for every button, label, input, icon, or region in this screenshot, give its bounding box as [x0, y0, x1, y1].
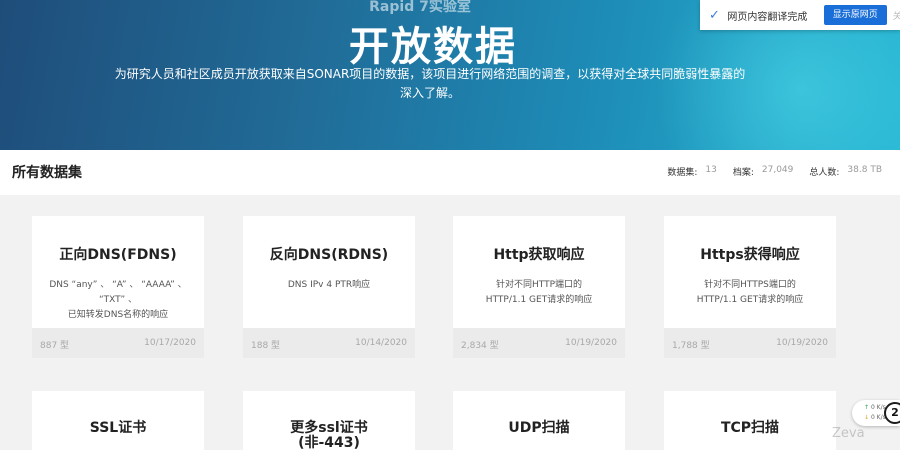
stat-label-total: 总人数: [809, 168, 840, 178]
card-title: SSL证书 [89, 420, 147, 436]
card-title: UDP扫描 [508, 420, 570, 436]
stat-label-files: 档案: [732, 168, 754, 178]
card-title: 正向DNS(FDNS) [59, 247, 177, 263]
card-file-count: 188 型 [251, 341, 281, 351]
translate-message: 网页内容翻译完成 [727, 11, 808, 23]
card-description: 针对不同HTTPS端口的 HTTP/1.1 GET请求的响应 [696, 280, 804, 305]
download-speed: ↓ 0 K/s [864, 414, 886, 421]
dataset-card-http[interactable]: Http获取响应 针对不同HTTP端口的 HTTP/1.1 GET请求的响应 2… [453, 216, 625, 358]
card-title: Http获取响应 [493, 247, 585, 263]
card-title: 更多ssl证书 (非-443) [290, 420, 368, 450]
card-date: 10/19/2020 [776, 338, 828, 348]
card-footer: 188 型 10/14/2020 [243, 328, 415, 358]
watermark: Zeva [832, 426, 865, 441]
translate-notification: ✓ 网页内容翻译完成 显示原网页 关 [700, 0, 900, 30]
card-description: DNS IPv 4 PTR响应 [287, 280, 371, 290]
check-icon: ✓ [709, 7, 720, 23]
stat-value-total: 38.8 TB [847, 165, 882, 175]
card-date: 10/17/2020 [144, 338, 196, 348]
card-description: 针对不同HTTP端口的 HTTP/1.1 GET请求的响应 [485, 280, 593, 305]
stat-label-datasets: 数据集: [667, 168, 698, 178]
card-file-count: 887 型 [40, 341, 70, 351]
dataset-card-more-ssl[interactable]: 更多ssl证书 (非-443) [243, 391, 415, 450]
close-translate-button[interactable]: 关 [893, 9, 900, 22]
card-footer: 1,788 型 10/19/2020 [664, 328, 836, 358]
network-speed-widget[interactable]: ↑ 0 K/s ↓ 0 K/s 2 [852, 400, 900, 426]
hero-description: 为研究人员和社区成员开放获取来自SONAR项目的数据，该项目进行网络范围的调查，… [114, 67, 746, 100]
stat-value-files: 27,049 [761, 165, 794, 175]
card-file-count: 1,788 型 [672, 341, 710, 351]
card-footer: 2,834 型 10/19/2020 [453, 328, 625, 358]
card-footer: 887 型 10/17/2020 [32, 328, 204, 358]
card-date: 10/19/2020 [565, 338, 617, 348]
card-date: 10/14/2020 [355, 338, 407, 348]
stat-value-datasets: 13 [705, 165, 717, 175]
card-description: DNS “any” 、 “A” 、 “AAAA” 、 “TXT” 、 已知转发D… [49, 280, 187, 320]
dataset-card-tcp[interactable]: TCP扫描 [664, 391, 836, 450]
card-title: Https获得响应 [700, 247, 800, 263]
card-file-count: 2,834 型 [461, 341, 499, 351]
stats-summary: 数据集: 13 档案: 27,049 总人数: 38.8 TB [651, 165, 882, 178]
show-original-button[interactable]: 显示原网页 [823, 5, 887, 25]
up-arrow-icon: ↑ [864, 404, 870, 411]
dataset-card-https[interactable]: Https获得响应 针对不同HTTPS端口的 HTTP/1.1 GET请求的响应… [664, 216, 836, 358]
dataset-card-udp[interactable]: UDP扫描 [453, 391, 625, 450]
dataset-card-rdns[interactable]: 反向DNS(RDNS) DNS IPv 4 PTR响应 188 型 10/14/… [243, 216, 415, 358]
speed-badge: 2 [884, 402, 900, 424]
upload-speed: ↑ 0 K/s [864, 404, 886, 411]
dataset-card-fdns[interactable]: 正向DNS(FDNS) DNS “any” 、 “A” 、 “AAAA” 、 “… [32, 216, 204, 358]
card-title: 反向DNS(RDNS) [269, 247, 389, 263]
card-title: TCP扫描 [720, 420, 780, 436]
datasets-header: 所有数据集 数据集: 13 档案: 27,049 总人数: 38.8 TB [0, 150, 900, 195]
down-arrow-icon: ↓ [864, 414, 870, 421]
dataset-card-ssl[interactable]: SSL证书 [32, 391, 204, 450]
section-title: 所有数据集 [12, 165, 82, 181]
